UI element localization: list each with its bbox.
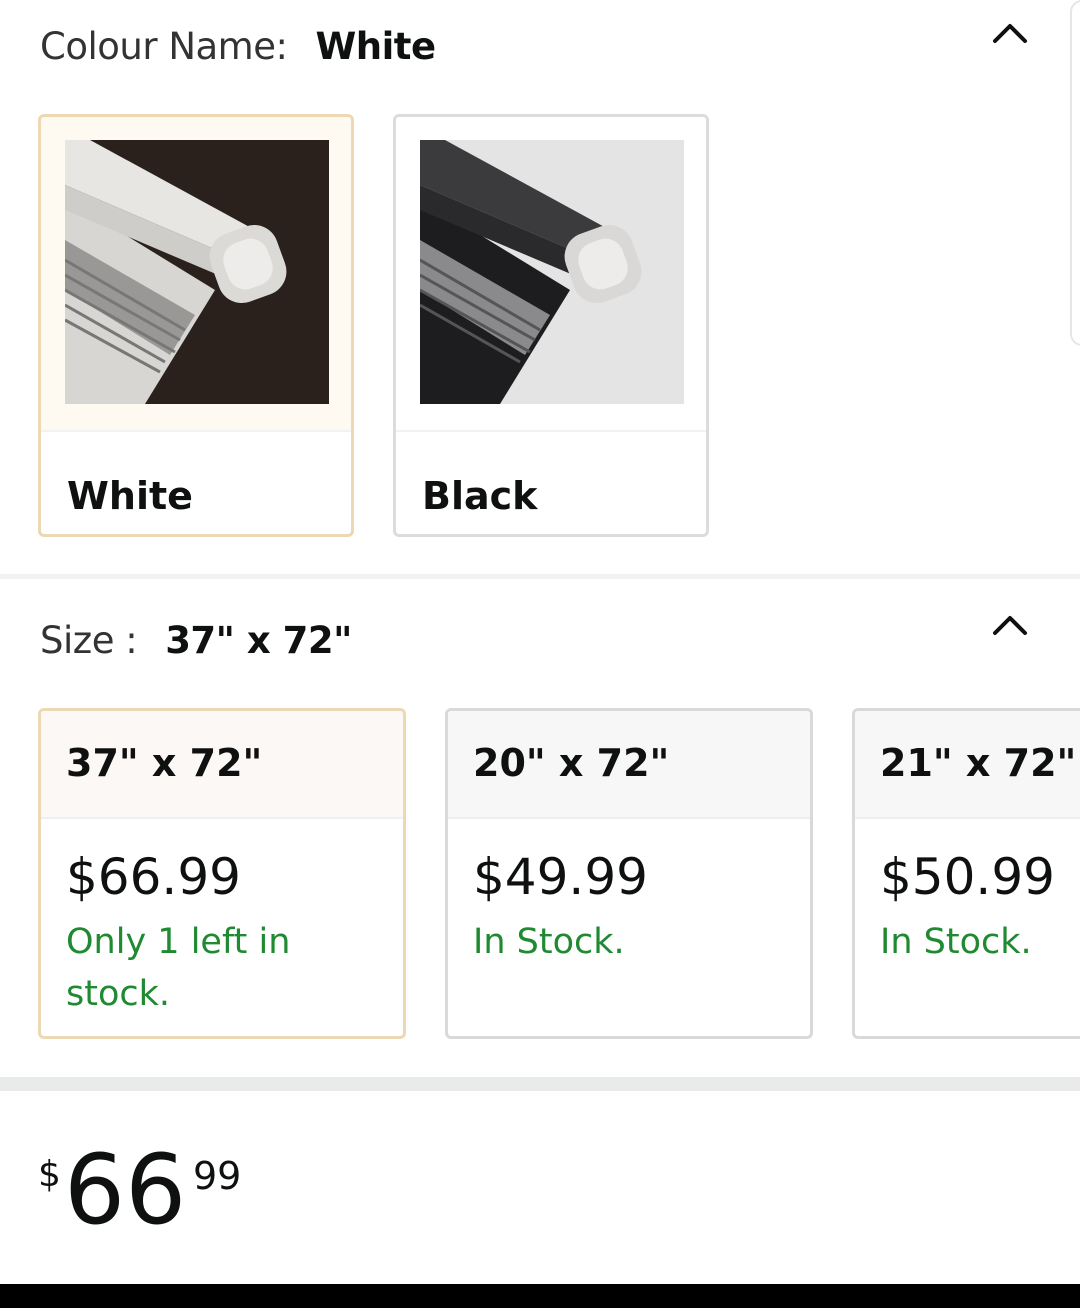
swatch-image-area [396,117,706,430]
swatch-image-area [41,117,351,430]
size-selected-value: 37" x 72" [165,618,352,662]
chevron-up-icon[interactable] [990,606,1030,646]
size-price: $50.99 [880,848,1055,906]
black-blind-thumbnail [420,140,684,404]
scroll-edge [1070,0,1080,346]
swatch-name-area: Black [396,430,706,534]
size-label: Size : [40,618,138,662]
colour-selected-value: White [315,24,436,68]
size-dims: 37" x 72" [66,741,263,785]
product-variation-panel: Colour Name: White White Black Size: 37… [0,0,1080,1308]
colour-swatch-white[interactable]: White [38,114,354,537]
section-divider [0,574,1080,579]
size-card-header: 37" x 72" [41,711,403,819]
size-dims: 20" x 72" [473,741,670,785]
bottom-bar [0,1284,1080,1308]
size-dims: 21" x 72" [880,741,1077,785]
colour-header: Colour Name: White [40,16,436,76]
section-divider [0,1077,1080,1091]
size-price: $66.99 [66,848,241,906]
size-header: Size : 37" x 72" [40,610,352,670]
swatch-name-area: White [41,430,351,534]
colour-swatch-black[interactable]: Black [393,114,709,537]
price-whole: 66 [64,1134,187,1246]
swatch-name: Black [422,474,538,518]
size-option-20x72[interactable]: 20" x 72" $49.99 In Stock. [445,708,813,1039]
stock-status: In Stock. [880,922,1032,962]
price-currency-symbol: $ [38,1154,61,1195]
stock-status: In Stock. [473,922,625,962]
size-card-header: 20" x 72" [448,711,810,819]
swatch-name: White [67,474,193,518]
white-blind-thumbnail [65,140,329,404]
stock-status: Only 1 left in stock. [66,922,291,1014]
size-card-header: 21" x 72" [855,711,1080,819]
price-fraction: 99 [193,1154,242,1198]
size-option-21x72[interactable]: 21" x 72" $50.99 In Stock. [852,708,1080,1039]
size-price: $49.99 [473,848,648,906]
size-option-37x72[interactable]: 37" x 72" $66.99 Only 1 left in stock. [38,708,406,1039]
colour-label: Colour Name: [40,24,288,68]
chevron-up-icon[interactable] [990,14,1030,54]
